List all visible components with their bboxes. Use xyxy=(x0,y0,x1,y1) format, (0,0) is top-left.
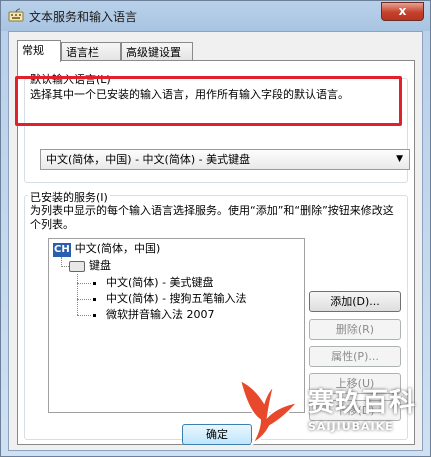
tree-service-item[interactable]: 微软拼音输入法 2007 xyxy=(93,307,215,323)
tree-line xyxy=(77,315,91,316)
tab-general[interactable]: 常规 xyxy=(17,40,61,62)
bullet-icon xyxy=(93,313,96,317)
watermark-title: 赛玖百科 xyxy=(308,388,417,418)
tree-line xyxy=(77,283,91,284)
keyboard-app-icon xyxy=(8,8,24,22)
watermark-subtitle: SAIJIUBAIKE xyxy=(308,420,394,433)
title-bar[interactable]: 文本服务和输入语言 x xyxy=(1,1,430,31)
properties-button[interactable]: 属性(P)... xyxy=(309,346,401,367)
tab-advanced-key-settings[interactable]: 高级键设置 xyxy=(121,42,193,61)
remove-button[interactable]: 删除(R) xyxy=(309,319,401,340)
tree-line xyxy=(77,299,91,300)
tree-line xyxy=(77,274,78,315)
red-highlight-box xyxy=(15,76,402,126)
window-title: 文本服务和输入语言 xyxy=(29,10,138,24)
installed-services-title: 已安装的服务(I) xyxy=(28,189,110,205)
tree-service-item[interactable]: 中文(简体) - 搜狗五笔输入法 xyxy=(93,291,247,307)
dropdown-arrow-icon[interactable]: ▼ xyxy=(396,150,403,169)
whale-tail-logo-icon xyxy=(238,378,301,447)
tree-language-label: 中文(简体，中国) xyxy=(74,242,161,255)
bullet-icon xyxy=(93,297,96,301)
tree-category-label: 键盘 xyxy=(89,259,111,272)
tab-language-bar[interactable]: 语言栏 xyxy=(61,42,121,61)
close-button[interactable]: x xyxy=(381,2,424,21)
close-icon: x xyxy=(398,4,407,18)
tree-line xyxy=(61,266,69,267)
add-button[interactable]: 添加(D)... xyxy=(309,291,401,312)
default-language-select[interactable]: 中文(简体，中国) - 中文(简体) - 美式键盘 ▼ xyxy=(40,149,410,170)
bullet-icon xyxy=(93,281,96,285)
language-code-badge: CH xyxy=(53,243,71,257)
tree-service-label: 中文(简体) - 美式键盘 xyxy=(106,276,214,289)
watermark: 赛玖百科 SAIJIUBAIKE xyxy=(234,370,424,450)
dialog-window: 文本服务和输入语言 x 常规 语言栏 高级键设置 默认输入语言(L) 选择其中一… xyxy=(0,0,431,457)
tree-service-label: 中文(简体) - 搜狗五笔输入法 xyxy=(106,292,247,305)
keyboard-icon xyxy=(69,260,85,272)
tree-category-row[interactable]: 键盘 xyxy=(69,258,111,274)
installed-services-description: 为列表中显示的每个输入语言选择服务。使用“添加”和“删除”按钮来修改这个列表。 xyxy=(30,204,394,231)
tree-service-label: 微软拼音输入法 2007 xyxy=(106,308,215,321)
default-language-value: 中文(简体，中国) - 中文(简体) - 美式键盘 xyxy=(46,153,251,166)
tree-service-item[interactable]: 中文(简体) - 美式键盘 xyxy=(93,275,214,291)
tree-language-row[interactable]: CH 中文(简体，中国) xyxy=(53,241,160,257)
